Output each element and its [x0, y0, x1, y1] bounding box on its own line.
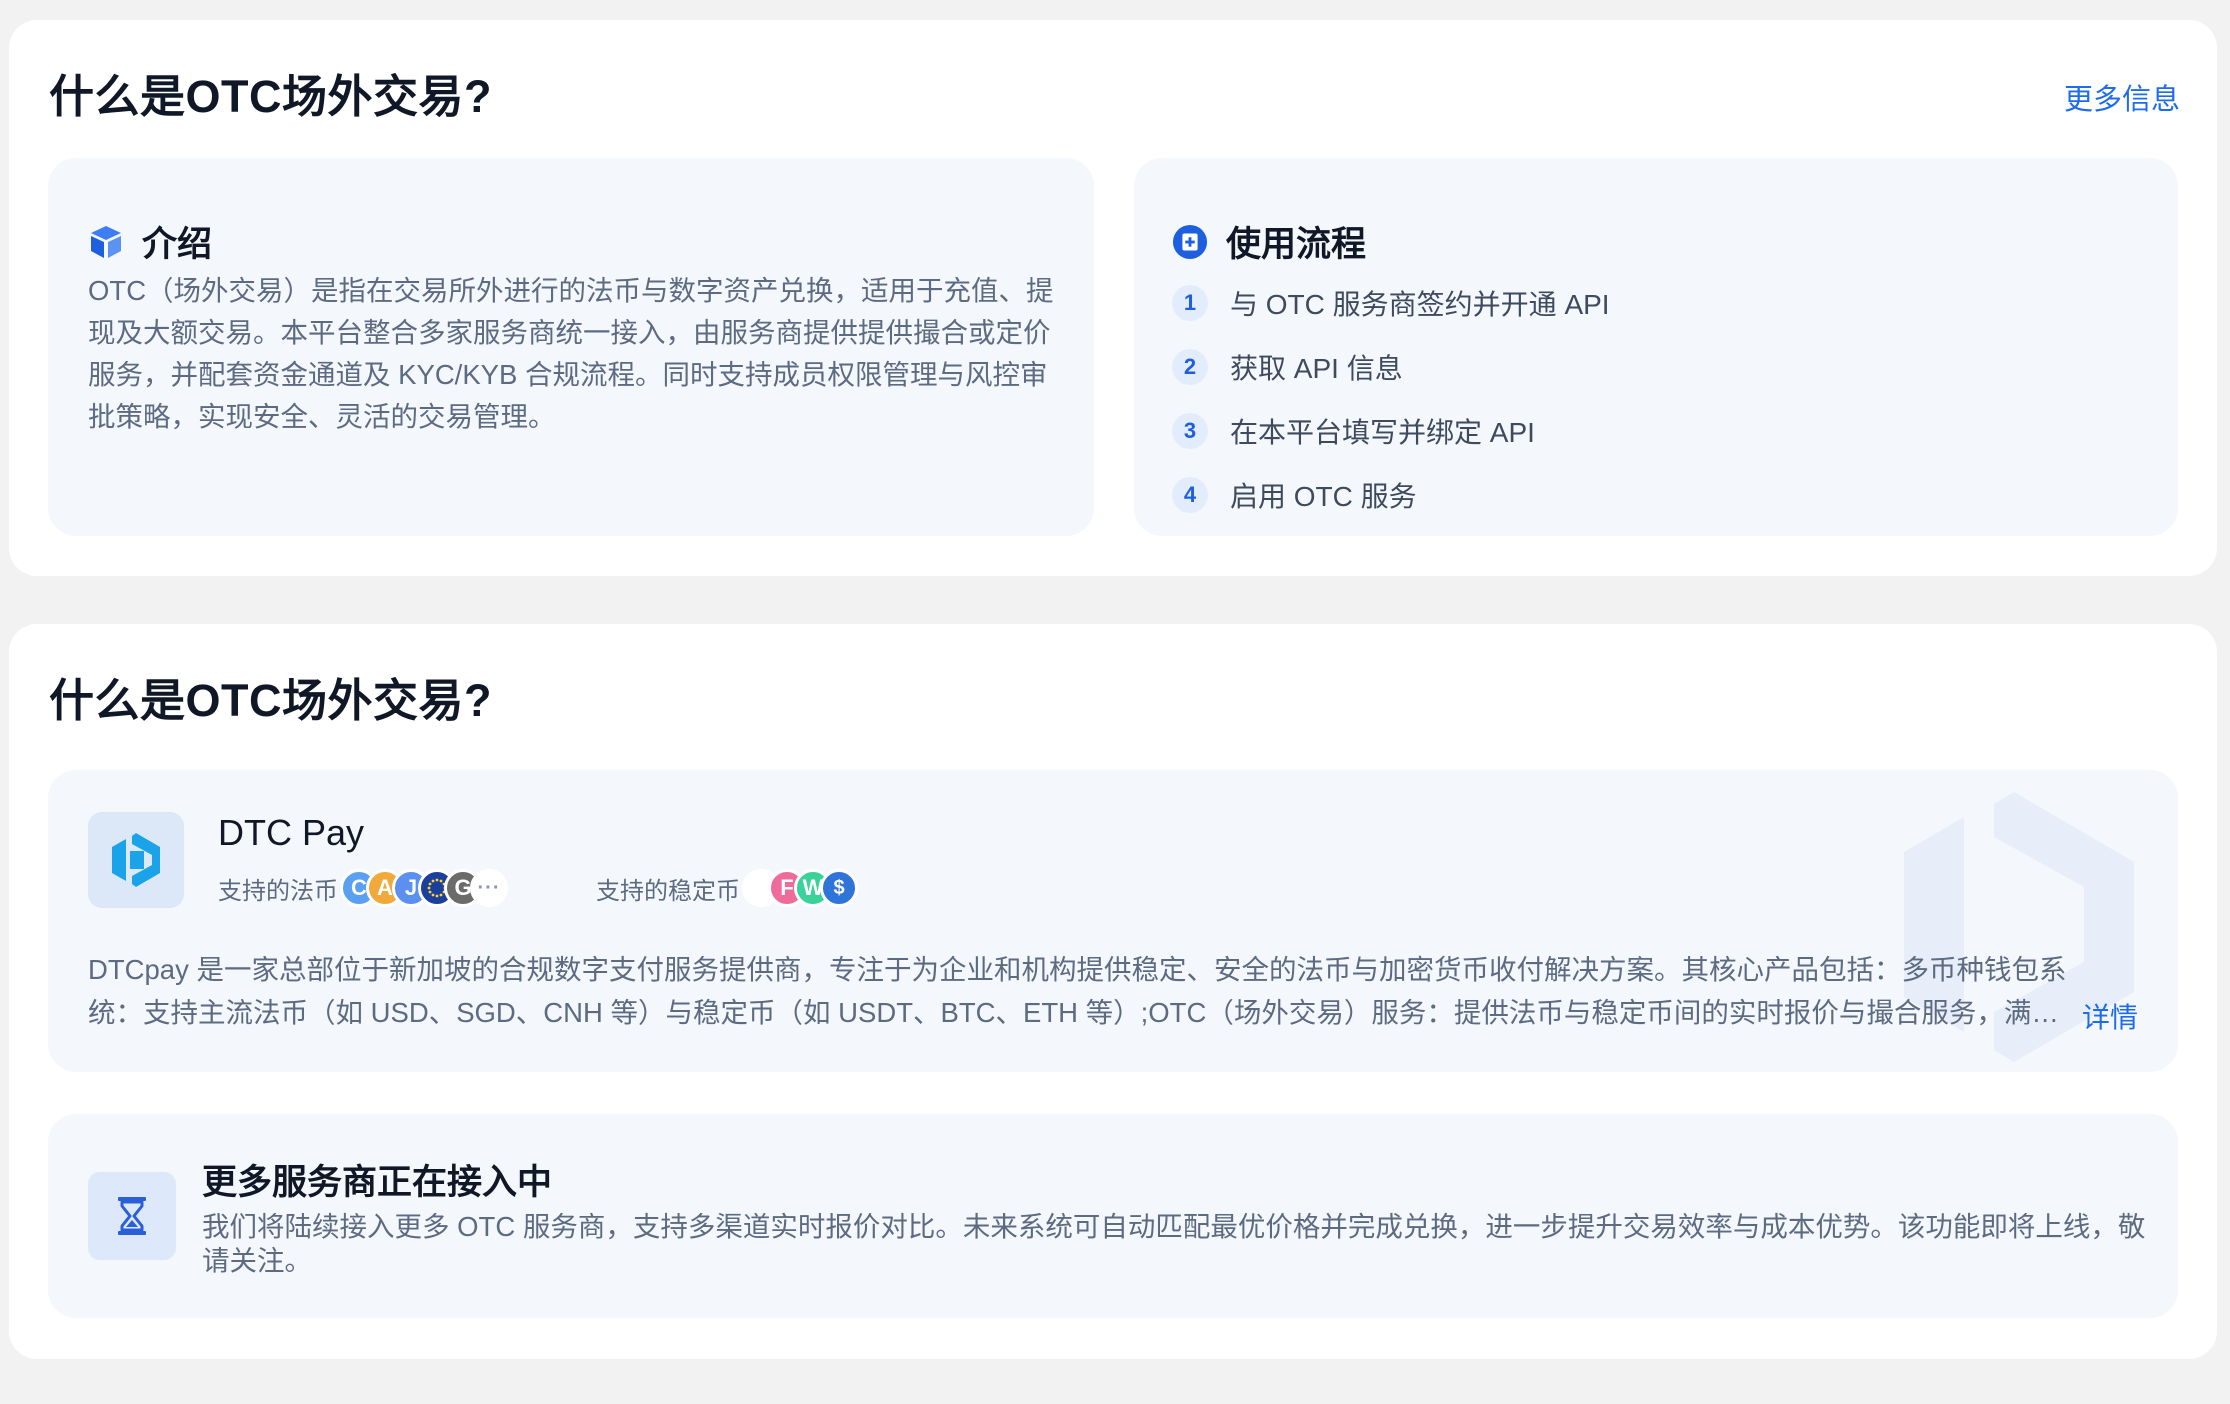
flow-step: 4 启用 OTC 服务	[1172, 463, 1610, 527]
otc-providers-panel: 什么是OTC场外交易? DTC Pay 支持的法币 C A J G ··· 支持…	[9, 624, 2217, 1359]
coming-soon-card: 更多服务商正在接入中 我们将陆续接入更多 OTC 服务商，支持多渠道实时报价对比…	[48, 1114, 2178, 1318]
flow-steps: 1 与 OTC 服务商签约并开通 API 2 获取 API 信息 3 在本平台填…	[1172, 271, 1610, 527]
provider-card-dtcpay: DTC Pay 支持的法币 C A J G ··· 支持的稳定币 F W $ D…	[48, 770, 2178, 1072]
flow-step: 3 在本平台填写并绑定 API	[1172, 399, 1610, 463]
flow-icon	[1172, 224, 1208, 260]
fiat-label: 支持的法币	[218, 877, 338, 905]
flow-card: 使用流程 1 与 OTC 服务商签约并开通 API 2 获取 API 信息 3 …	[1134, 158, 2178, 536]
more-info-link[interactable]: 更多信息	[2064, 76, 2180, 118]
flow-title: 使用流程	[1226, 225, 1367, 264]
more-coins-icon[interactable]: ···	[470, 869, 508, 907]
intro-text: OTC（场外交易）是指在交易所外进行的法币与数字资产兑换，适用于充值、提现及大额…	[88, 275, 1054, 432]
provider-description: DTCpay 是一家总部位于新加坡的合规数字支付服务提供商，专注于为企业和机构提…	[88, 954, 2067, 1028]
provider-name: DTC Pay	[218, 812, 365, 853]
step-text: 与 OTC 服务商签约并开通 API	[1230, 289, 1610, 320]
cube-icon	[88, 224, 124, 260]
step-number: 3	[1172, 413, 1208, 449]
step-text: 在本平台填写并绑定 API	[1230, 417, 1535, 448]
step-number: 1	[1172, 285, 1208, 321]
intro-header: 介绍	[88, 216, 212, 267]
coming-soon-text: 我们将陆续接入更多 OTC 服务商，支持多渠道实时报价对比。未来系统可自动匹配最…	[202, 1211, 2146, 1276]
providers-title: 什么是OTC场外交易?	[49, 675, 492, 726]
coming-soon-title: 更多服务商正在接入中	[202, 1163, 553, 1202]
step-number: 4	[1172, 477, 1208, 513]
dtcpay-logo	[88, 812, 184, 908]
step-text: 获取 API 信息	[1230, 353, 1403, 384]
hourglass-icon	[88, 1172, 176, 1260]
page-title: 什么是OTC场外交易?	[49, 71, 492, 122]
supported-fiat: 支持的法币 C A J G ···	[218, 866, 508, 910]
stable-label: 支持的稳定币	[596, 877, 740, 905]
flow-header: 使用流程	[1172, 216, 1366, 267]
otc-info-panel: 什么是OTC场外交易? 更多信息 介绍 OTC（场外交易）是指在交易所外进行的法…	[9, 20, 2217, 576]
intro-card: 介绍 OTC（场外交易）是指在交易所外进行的法币与数字资产兑换，适用于充值、提现…	[48, 158, 1094, 536]
flow-step: 2 获取 API 信息	[1172, 335, 1610, 399]
step-text: 启用 OTC 服务	[1230, 481, 1417, 512]
step-number: 2	[1172, 349, 1208, 385]
stable-coin-icon: $	[820, 869, 858, 907]
flow-step: 1 与 OTC 服务商签约并开通 API	[1172, 271, 1610, 335]
supported-stablecoins: 支持的稳定币 F W $	[596, 866, 858, 910]
detail-link[interactable]: 详情	[2082, 996, 2138, 1036]
intro-title: 介绍	[142, 225, 213, 264]
